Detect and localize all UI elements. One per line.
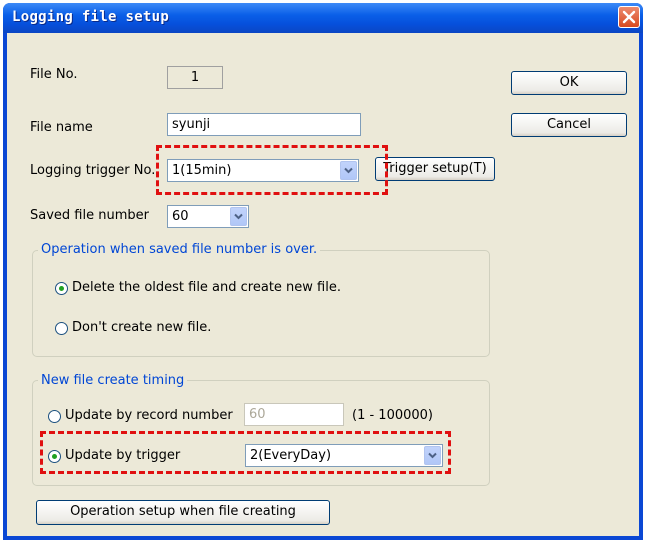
overflow-group [32,250,490,357]
dropdown-arrow-icon[interactable] [230,207,247,226]
dont-create-label[interactable]: Don't create new file. [72,320,211,335]
highlight-box-update-trigger [40,431,451,474]
radio-delete-oldest[interactable] [55,282,68,295]
trigger-setup-button[interactable]: Trigger setup(T) [375,157,495,181]
file-name-label: File name [30,120,93,135]
file-no-field: 1 [167,66,223,89]
operation-setup-button[interactable]: Operation setup when file creating [36,500,330,525]
dialog-body: File No. 1 File name syunji Logging trig… [7,33,639,536]
overflow-group-title: Operation when saved file number is over… [38,242,321,257]
close-button[interactable] [618,6,640,28]
ok-button[interactable]: OK [511,71,627,95]
saved-file-number-value: 60 [172,209,189,224]
dialog-title: Logging file setup [12,9,170,25]
title-bar[interactable]: Logging file setup [3,3,643,33]
close-icon [622,10,636,24]
radio-dont-create[interactable] [55,322,68,335]
dialog-window: Logging file setup File No. 1 File name … [3,3,643,540]
highlight-box-logging-trigger [156,145,388,195]
saved-file-number-select[interactable]: 60 [167,205,249,228]
file-name-input[interactable]: syunji [167,113,361,136]
file-no-label: File No. [30,67,78,82]
delete-oldest-label[interactable]: Delete the oldest file and create new fi… [72,280,341,295]
record-number-input[interactable]: 60 [244,403,344,426]
cancel-button[interactable]: Cancel [511,113,627,137]
saved-file-number-label: Saved file number [30,208,149,223]
logging-trigger-label: Logging trigger No. [30,163,156,178]
update-by-record-label[interactable]: Update by record number [65,408,233,423]
radio-update-by-record[interactable] [48,410,61,423]
timing-group-title: New file create timing [38,373,188,388]
record-range-label: (1 - 100000) [352,408,433,423]
